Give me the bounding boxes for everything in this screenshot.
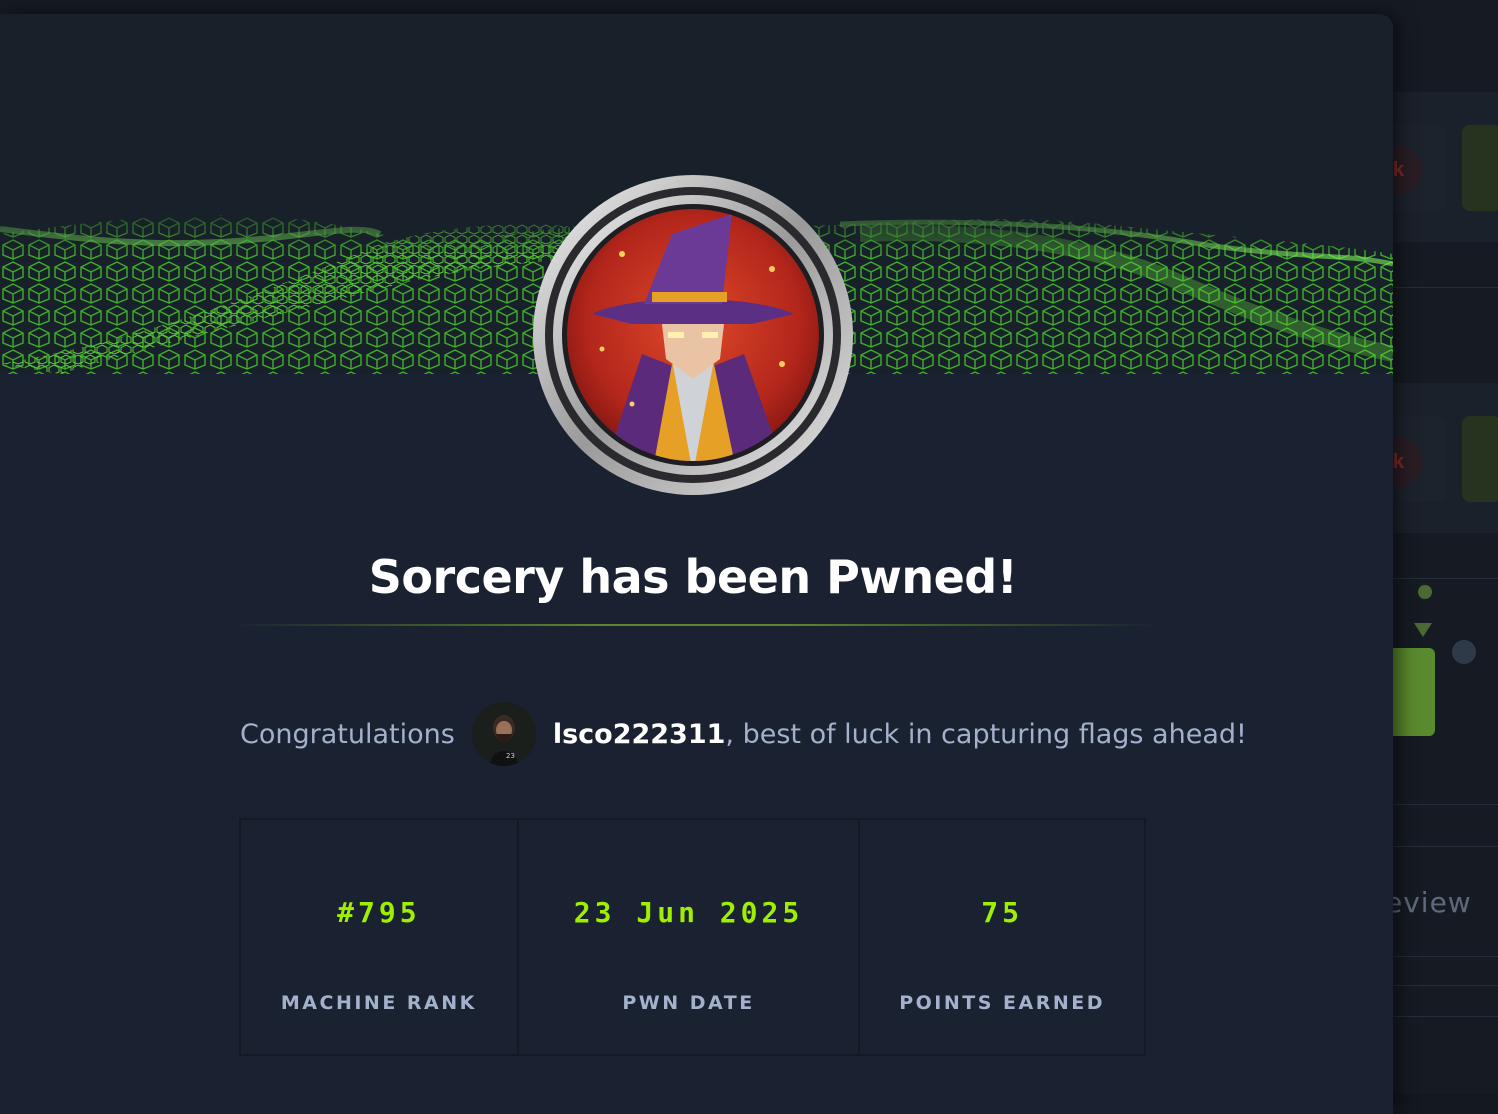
congrats-message: Congratulations 23 lsco222311 , best of … (240, 702, 1247, 766)
pwned-modal: Sorcery has been Pwned! Congratulations … (0, 14, 1393, 1114)
stat-label: PWN DATE (622, 992, 755, 1014)
stat-pwn-date: 23 Jun 2025 PWN DATE (519, 820, 861, 1054)
username-link[interactable]: lsco222311 (553, 719, 726, 750)
congrats-suffix: , best of luck in capturing flags ahead! (725, 718, 1247, 750)
background-triangle (1414, 623, 1432, 637)
divider (1393, 846, 1498, 847)
stat-label: POINTS EARNED (899, 992, 1105, 1014)
background-review-text: eview (1385, 886, 1472, 919)
svg-text:23: 23 (506, 752, 515, 760)
machine-avatar-icon (533, 175, 853, 495)
divider (1393, 985, 1498, 986)
background-action-button (1393, 648, 1435, 736)
user-avatar[interactable]: 23 (471, 702, 536, 766)
congrats-prefix: Congratulations (240, 718, 455, 750)
background-green-button (1462, 416, 1498, 502)
stat-label: MACHINE RANK (280, 992, 477, 1014)
divider (1393, 956, 1498, 957)
divider (1393, 287, 1498, 288)
page-title: Sorcery has been Pwned! (368, 550, 1018, 604)
user-avatar-image: 23 (471, 702, 536, 766)
divider (1393, 804, 1498, 805)
divider (1393, 1016, 1498, 1017)
stat-value: 23 Jun 2025 (573, 896, 804, 929)
divider (1393, 578, 1498, 579)
stats-grid: #795 MACHINE RANK 23 Jun 2025 PWN DATE 7… (239, 818, 1146, 1056)
stat-points-earned: 75 POINTS EARNED (860, 820, 1144, 1054)
background-dot (1452, 640, 1476, 664)
background-dot (1418, 585, 1432, 599)
stat-value: #795 (337, 896, 421, 929)
background-green-button (1462, 125, 1498, 211)
stat-value: 75 (981, 896, 1023, 929)
title-divider (230, 624, 1160, 626)
stat-machine-rank: #795 MACHINE RANK (241, 820, 519, 1054)
